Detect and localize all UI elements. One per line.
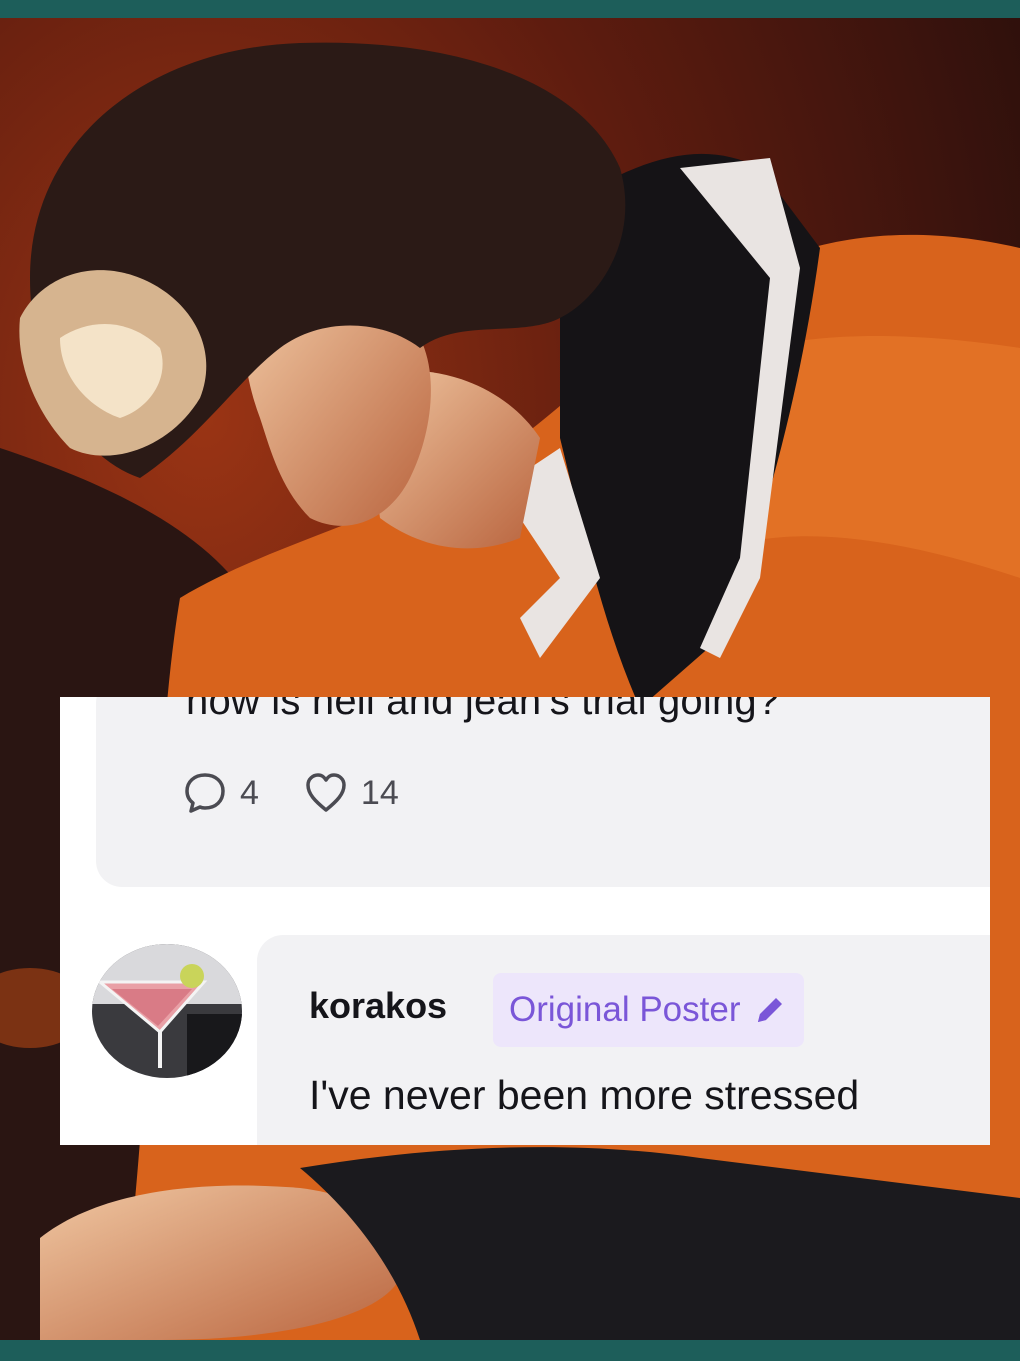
avatar[interactable] bbox=[92, 944, 242, 1078]
pencil-icon bbox=[758, 998, 783, 1022]
reply-panel: korakos Original Poster I've never been … bbox=[257, 935, 990, 1145]
heart-icon bbox=[306, 773, 346, 812]
comments-count: 4 bbox=[240, 773, 259, 812]
original-poster-badge: Original Poster bbox=[493, 973, 805, 1047]
question-text: how is neil and jean’s trial going? bbox=[186, 697, 780, 723]
comments-button[interactable]: 4 bbox=[182, 770, 259, 816]
cocktail-glass-image bbox=[92, 944, 242, 1078]
comment-card: how is neil and jean’s trial going? 4 14 bbox=[60, 697, 990, 1145]
username[interactable]: korakos bbox=[309, 985, 447, 1027]
question-panel: how is neil and jean’s trial going? 4 14 bbox=[96, 697, 990, 887]
speech-bubble-icon bbox=[185, 773, 225, 813]
badge-label: Original Poster bbox=[509, 990, 741, 1029]
reply-text: I've never been more stressed bbox=[309, 1072, 860, 1118]
likes-count: 14 bbox=[360, 773, 399, 812]
like-button[interactable]: 14 bbox=[303, 770, 399, 816]
post-stats: 4 14 bbox=[182, 770, 443, 816]
